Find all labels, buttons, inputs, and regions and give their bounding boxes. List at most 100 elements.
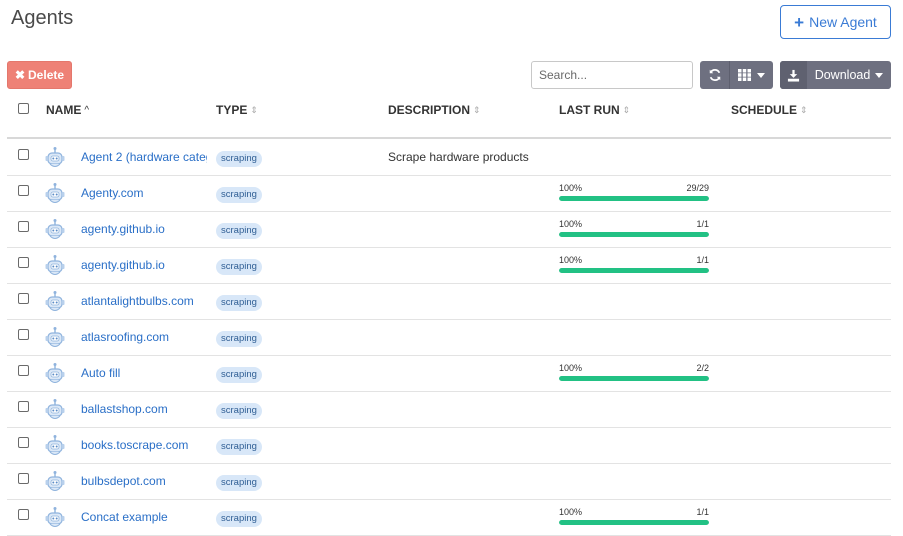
agent-name-link[interactable]: agenty.github.io: [81, 222, 207, 236]
progress-fill: [559, 196, 709, 201]
progress-percent: 100%: [559, 507, 583, 517]
row-checkbox[interactable]: [18, 149, 29, 160]
agent-name-link[interactable]: bulbsdepot.com: [81, 474, 207, 488]
table-row[interactable]: agenty.github.io scraping 100% 1/1: [7, 211, 891, 248]
grid-icon: [738, 69, 751, 81]
download-icon: [780, 61, 807, 89]
column-header-schedule[interactable]: SCHEDULE ⇕: [731, 103, 808, 117]
column-header-type[interactable]: TYPE ⇕: [216, 103, 258, 117]
refresh-icon: [709, 68, 720, 82]
sort-icon: ⇕: [800, 104, 808, 115]
table-row[interactable]: Agenty.com scraping 100% 29/29: [7, 175, 891, 212]
agent-name-link[interactable]: Auto fill: [81, 366, 207, 380]
last-run-progress: 100% 29/29: [559, 183, 709, 201]
type-badge: scraping: [216, 223, 262, 239]
row-checkbox[interactable]: [18, 257, 29, 268]
robot-icon: [43, 146, 67, 170]
table-row[interactable]: bulbsdepot.com scraping: [7, 463, 891, 500]
new-agent-label: New Agent: [809, 14, 877, 30]
type-badge: scraping: [216, 511, 262, 527]
table-row[interactable]: Auto fill scraping 100% 2/2: [7, 355, 891, 392]
progress-count: 2/2: [696, 363, 709, 373]
row-checkbox[interactable]: [18, 185, 29, 196]
row-checkbox[interactable]: [18, 293, 29, 304]
chevron-down-icon: [757, 72, 765, 78]
agent-name-link[interactable]: Agent 2 (hardware categ: [81, 150, 207, 164]
chevron-down-icon: [875, 72, 884, 78]
progress-percent: 100%: [559, 219, 583, 229]
sort-icon: ⇕: [250, 104, 258, 115]
agent-name-link[interactable]: agenty.github.io: [81, 258, 207, 272]
type-badge: scraping: [216, 331, 262, 347]
type-badge: scraping: [216, 151, 262, 167]
table-row[interactable]: Agent 2 (hardware categ scraping Scrape ha…: [7, 139, 891, 176]
progress-track: [559, 196, 709, 201]
type-badge: scraping: [216, 295, 262, 311]
agent-name-link[interactable]: Agenty.com: [81, 186, 207, 200]
page-title: Agents: [11, 7, 74, 29]
progress-percent: 100%: [559, 363, 583, 373]
column-header-description[interactable]: DESCRIPTION ⇕: [388, 103, 481, 117]
column-header-name[interactable]: NAME ^: [46, 103, 89, 117]
type-badge: scraping: [216, 403, 262, 419]
progress-fill: [559, 268, 709, 273]
agent-name-link[interactable]: Concat example: [81, 510, 207, 524]
robot-icon: [43, 398, 67, 422]
progress-track: [559, 520, 709, 525]
columns-button[interactable]: [729, 61, 773, 89]
column-label: DESCRIPTION: [388, 103, 471, 117]
progress-count: 29/29: [686, 183, 709, 193]
last-run-progress: 100% 1/1: [559, 255, 709, 273]
row-checkbox[interactable]: [18, 437, 29, 448]
refresh-button[interactable]: [700, 61, 729, 89]
robot-icon: [43, 362, 67, 386]
table-row[interactable]: Concat example scraping 100% 1/1: [7, 499, 891, 536]
row-checkbox[interactable]: [18, 401, 29, 412]
agent-name-link[interactable]: ballastshop.com: [81, 402, 207, 416]
agent-name-link[interactable]: atlantalightbulbs.com: [81, 294, 207, 308]
robot-icon: [43, 470, 67, 494]
robot-icon: [43, 506, 67, 530]
table-row[interactable]: books.toscrape.com scraping: [7, 427, 891, 464]
progress-track: [559, 268, 709, 273]
type-badge: scraping: [216, 367, 262, 383]
row-checkbox[interactable]: [18, 509, 29, 520]
robot-icon: [43, 434, 67, 458]
progress-fill: [559, 376, 709, 381]
robot-icon: [43, 290, 67, 314]
table-row[interactable]: atlasroofing.com scraping: [7, 319, 891, 356]
delete-button[interactable]: ✖ Delete: [7, 61, 72, 89]
agent-name-link[interactable]: books.toscrape.com: [81, 438, 207, 452]
type-badge: scraping: [216, 259, 262, 275]
agent-description: Scrape hardware products: [388, 150, 529, 164]
column-label: LAST RUN: [559, 103, 620, 117]
agent-name-link[interactable]: atlasroofing.com: [81, 330, 207, 344]
column-label: NAME: [46, 103, 82, 117]
progress-percent: 100%: [559, 255, 583, 265]
last-run-progress: 100% 1/1: [559, 507, 709, 525]
table-row[interactable]: atlantalightbulbs.com scraping: [7, 283, 891, 320]
search-input[interactable]: [531, 61, 693, 89]
robot-icon: [43, 326, 67, 350]
progress-count: 1/1: [696, 507, 709, 517]
row-checkbox[interactable]: [18, 365, 29, 376]
new-agent-button[interactable]: + New Agent: [780, 5, 891, 39]
row-checkbox[interactable]: [18, 221, 29, 232]
plus-icon: +: [794, 12, 805, 32]
column-header-last-run[interactable]: LAST RUN ⇕: [559, 103, 630, 117]
download-label: Download: [814, 68, 871, 82]
last-run-progress: 100% 1/1: [559, 219, 709, 237]
row-checkbox[interactable]: [18, 329, 29, 340]
robot-icon: [43, 182, 67, 206]
table-row[interactable]: agenty.github.io scraping 100% 1/1: [7, 247, 891, 284]
column-label: TYPE: [216, 103, 248, 117]
select-all-checkbox[interactable]: [18, 103, 29, 114]
row-checkbox[interactable]: [18, 473, 29, 484]
progress-percent: 100%: [559, 183, 583, 193]
download-button[interactable]: Download: [780, 61, 891, 89]
table-row[interactable]: ballastshop.com scraping: [7, 391, 891, 428]
column-label: SCHEDULE: [731, 103, 798, 117]
close-icon: ✖: [14, 68, 26, 82]
progress-count: 1/1: [696, 255, 709, 265]
robot-icon: [43, 218, 67, 242]
